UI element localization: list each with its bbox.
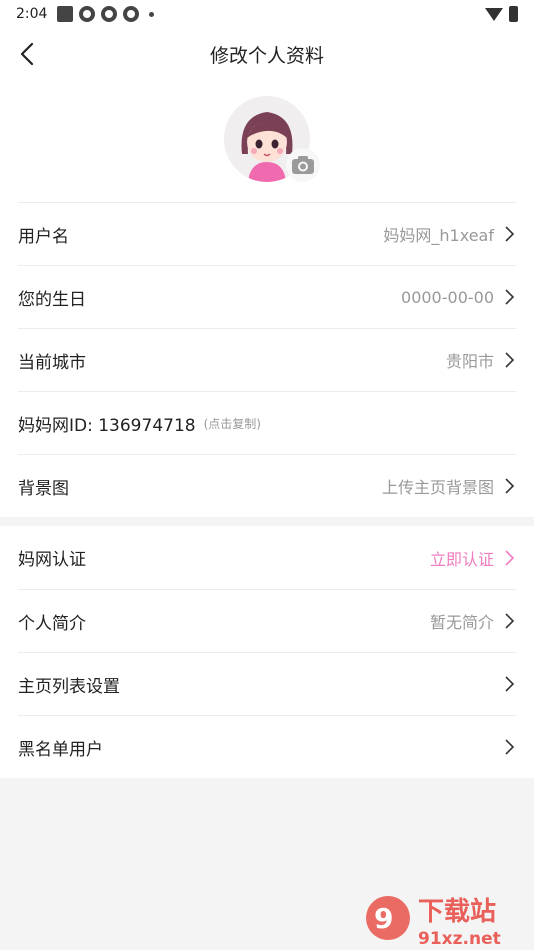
top-section: 2:04 修改个人资料 用户名 妈妈网_h1xeaf 您的生日 0000-00-… <box>0 0 534 517</box>
row-label: 背景图 <box>18 478 69 499</box>
system-icons <box>485 6 518 22</box>
avatar-section <box>0 80 534 202</box>
notification-icons <box>57 6 155 22</box>
row-label: 主页列表设置 <box>18 676 120 697</box>
row-background[interactable]: 背景图 上传主页背景图 <box>18 454 516 517</box>
row-value: 暂无简介 <box>429 613 494 632</box>
chevron-right-icon <box>505 478 515 494</box>
chevron-right-icon <box>505 226 515 242</box>
chevron-right-icon <box>505 549 515 566</box>
settings-notification-icon <box>101 6 118 22</box>
row-verification[interactable]: 妈网认证 立即认证 <box>18 526 516 589</box>
profile-list-2: 妈网认证 立即认证 个人简介 暂无简介 主页列表设置 黑名单用户 <box>0 526 534 778</box>
camera-button[interactable] <box>286 148 320 182</box>
row-label: 您的生日 <box>18 289 86 310</box>
row-homepage-list-settings[interactable]: 主页列表设置 <box>18 652 516 715</box>
row-label: 用户名 <box>18 226 69 247</box>
row-value: 上传主页背景图 <box>381 478 494 497</box>
svg-text:9: 9 <box>374 902 393 935</box>
wifi-icon <box>485 7 503 21</box>
status-time: 2:04 <box>16 6 48 22</box>
row-bio[interactable]: 个人简介 暂无简介 <box>18 589 516 652</box>
chevron-right-icon <box>505 289 515 305</box>
svg-text:下载站: 下载站 <box>418 897 496 927</box>
row-value: 贵阳市 <box>445 352 494 371</box>
copy-hint[interactable]: (点击复制) <box>204 415 261 432</box>
chevron-right-icon <box>505 613 515 629</box>
row-city[interactable]: 当前城市 贵阳市 <box>18 328 516 391</box>
page-title: 修改个人资料 <box>209 44 324 67</box>
app-notification-icon <box>57 6 74 22</box>
row-value: 妈妈网_h1xeaf <box>383 226 494 245</box>
chevron-right-icon <box>505 676 515 692</box>
more-notifications-icon <box>149 11 155 17</box>
settings-notification-icon <box>123 6 140 22</box>
row-label: 当前城市 <box>18 352 86 373</box>
row-username[interactable]: 用户名 妈妈网_h1xeaf <box>18 202 516 265</box>
user-id-label: 妈妈网ID: 136974718 <box>18 415 196 436</box>
camera-icon <box>292 156 314 174</box>
row-label: 妈网认证 <box>18 550 86 570</box>
battery-icon <box>509 6 518 22</box>
status-bar: 2:04 <box>0 0 534 28</box>
chevron-right-icon <box>505 739 515 755</box>
section-divider <box>0 517 534 526</box>
bottom-section: 妈网认证 立即认证 个人简介 暂无简介 主页列表设置 黑名单用户 <box>0 526 534 778</box>
nav-bar: 修改个人资料 <box>0 28 534 80</box>
back-arrow-icon[interactable] <box>14 40 42 68</box>
site-watermark-logo: 9 下载站 91xz.net <box>366 896 501 948</box>
row-birthday[interactable]: 您的生日 0000-00-00 <box>18 265 516 328</box>
row-user-id[interactable]: 妈妈网ID: 136974718 (点击复制) <box>18 391 516 454</box>
row-value: 0000-00-00 <box>401 287 494 307</box>
chevron-right-icon <box>505 352 515 368</box>
profile-list-1: 用户名 妈妈网_h1xeaf 您的生日 0000-00-00 当前城市 贵阳市 … <box>0 202 534 517</box>
row-value: 立即认证 <box>429 549 494 569</box>
row-blacklist[interactable]: 黑名单用户 <box>18 715 516 778</box>
row-label: 黑名单用户 <box>18 739 103 760</box>
settings-notification-icon <box>79 6 96 22</box>
row-label: 个人简介 <box>18 613 86 634</box>
svg-text:91xz.net: 91xz.net <box>418 929 501 948</box>
